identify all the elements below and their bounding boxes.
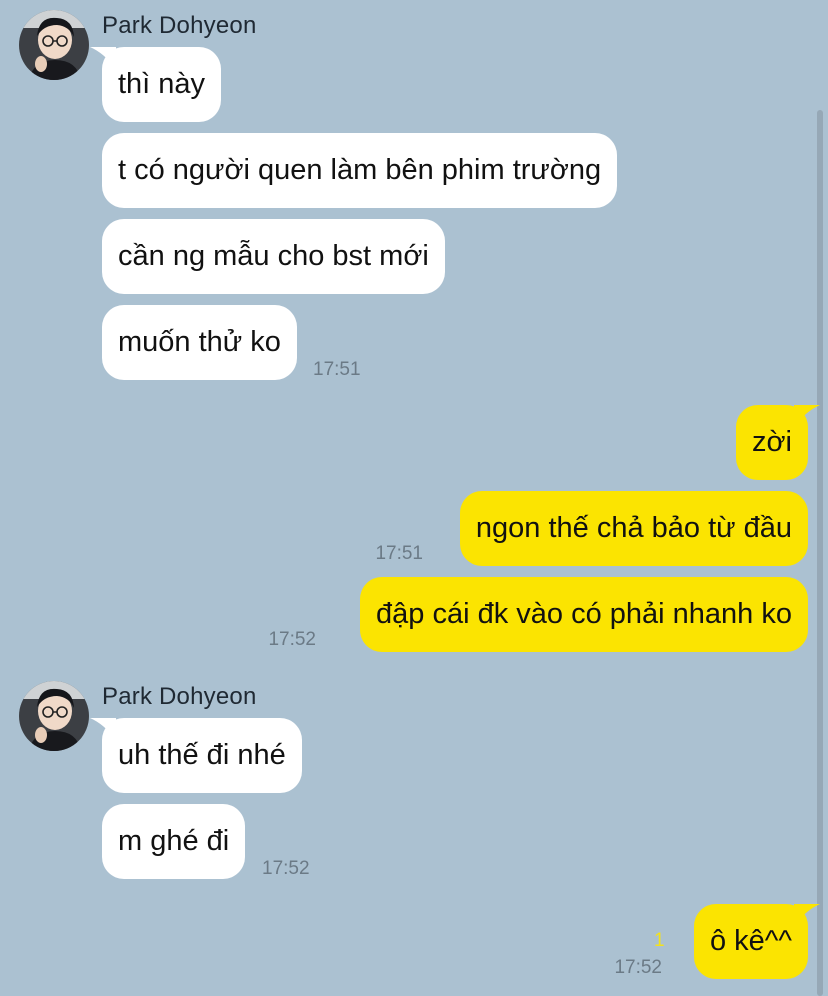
message-bubble[interactable]: ngon thế chả bảo từ đầu bbox=[459, 491, 808, 566]
message-timestamp: 17:52 bbox=[262, 858, 310, 879]
message-text: muốn thử ko bbox=[118, 326, 281, 358]
unread-count: 1 bbox=[654, 930, 665, 951]
message-bubble[interactable]: m ghé đi bbox=[102, 804, 246, 879]
message-timestamp: 17:52 bbox=[614, 957, 662, 978]
message-text: thì này bbox=[118, 68, 206, 100]
message-timestamp: 17:52 bbox=[268, 629, 316, 650]
message-timestamp: 17:51 bbox=[375, 543, 423, 564]
sender-name: Park Dohyeon bbox=[102, 683, 257, 710]
message-text: ngon thế chả bảo từ đầu bbox=[475, 512, 792, 544]
message-text: zời bbox=[752, 426, 792, 458]
message-text: uh thế đi nhé bbox=[118, 739, 286, 771]
sender-avatar[interactable] bbox=[19, 10, 89, 80]
message-timestamp: 17:51 bbox=[313, 359, 361, 380]
bubble-tail-icon bbox=[794, 405, 820, 427]
message-bubble[interactable]: ô kê^^ bbox=[693, 904, 820, 979]
message-text: m ghé đi bbox=[118, 825, 230, 857]
message-bubble[interactable]: t có người quen làm bên phim trường bbox=[102, 133, 618, 208]
sender-avatar[interactable] bbox=[19, 681, 89, 751]
message-bubble[interactable]: cần ng mẫu cho bst mới bbox=[102, 219, 445, 294]
chat-scrollbar[interactable] bbox=[817, 110, 823, 996]
profile-photo-avatar-icon bbox=[19, 10, 89, 80]
message-bubble[interactable]: đập cái đk vào có phải nhanh ko bbox=[360, 577, 808, 652]
message-bubble[interactable]: zời bbox=[736, 405, 820, 480]
bubble-tail-icon bbox=[90, 47, 116, 69]
bubble-tail-icon bbox=[90, 718, 116, 740]
message-bubble[interactable]: thì này bbox=[90, 47, 222, 122]
bubble-tail-icon bbox=[794, 904, 820, 926]
message-text: đập cái đk vào có phải nhanh ko bbox=[376, 598, 792, 630]
message-bubble[interactable]: uh thế đi nhé bbox=[90, 718, 302, 793]
message-text: cần ng mẫu cho bst mới bbox=[118, 240, 429, 272]
sender-name: Park Dohyeon bbox=[102, 12, 257, 39]
profile-photo-avatar-icon bbox=[19, 681, 89, 751]
message-text: t có người quen làm bên phim trường bbox=[118, 154, 602, 186]
message-bubble[interactable]: muốn thử ko bbox=[102, 305, 297, 380]
message-text: ô kê^^ bbox=[709, 925, 792, 957]
